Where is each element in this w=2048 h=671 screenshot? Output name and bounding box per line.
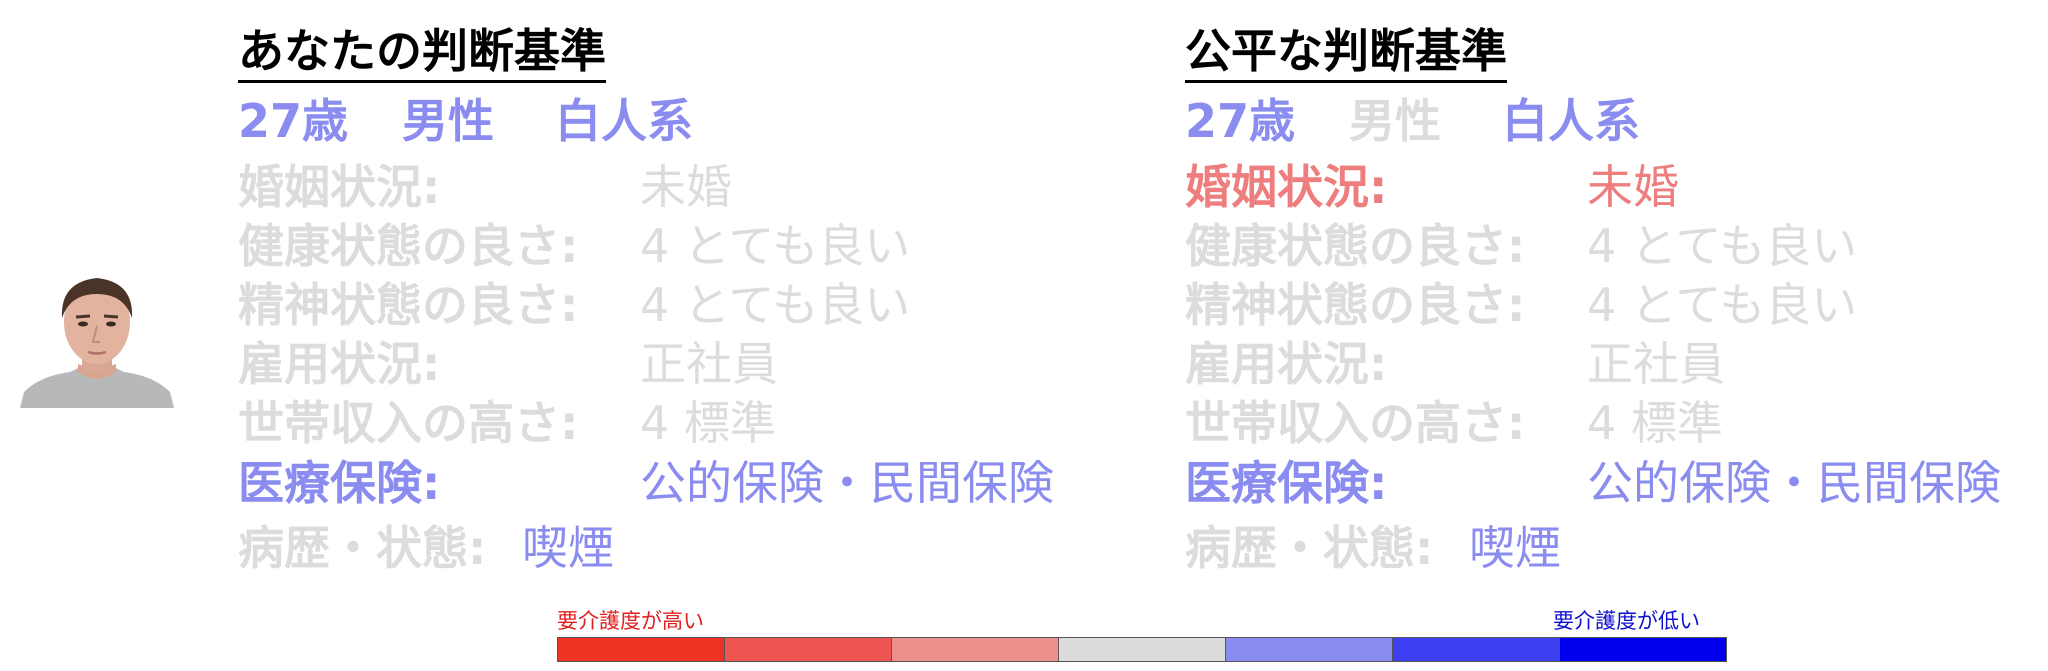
- scale-segment: [1226, 638, 1393, 661]
- mental-health-value: 4 とても良い: [640, 278, 911, 332]
- panel-title-yours: あなたの判断基準: [238, 28, 606, 83]
- fair-mental-health-label: 精神状態の良さ:: [1185, 278, 1526, 332]
- fair-insurance-value: 公的保険・民間保険: [1587, 456, 2001, 510]
- panel-title-fair: 公平な判断基準: [1185, 28, 1507, 83]
- fair-household-income-value: 4 標準: [1587, 396, 1723, 450]
- fair-medical-history-label: 病歴・状態:: [1185, 521, 1434, 575]
- scale-high-label: 要介護度が高い: [557, 609, 704, 633]
- fair-age-value: 27歳: [1185, 94, 1296, 148]
- mental-health-label: 精神状態の良さ:: [238, 278, 579, 332]
- insurance-label: 医療保険:: [238, 456, 441, 510]
- marital-status-label: 婚姻状況:: [238, 160, 441, 214]
- scale-low-label: 要介護度が低い: [1553, 609, 1700, 633]
- scale-segment: [558, 638, 725, 661]
- employment-label: 雇用状況:: [238, 337, 441, 391]
- scale-segment: [1560, 638, 1726, 661]
- person-avatar: [20, 268, 174, 408]
- medical-history-value: 喫煙: [522, 521, 614, 575]
- fair-mental-health-value: 4 とても良い: [1587, 278, 1858, 332]
- care-level-color-scale: [557, 637, 1727, 662]
- fair-insurance-label: 医療保険:: [1185, 456, 1388, 510]
- household-income-value: 4 標準: [640, 396, 776, 450]
- physical-health-value: 4 とても良い: [640, 219, 911, 273]
- fair-household-income-label: 世帯収入の高さ:: [1185, 396, 1526, 450]
- gender-value: 男性: [402, 94, 494, 148]
- marital-status-value: 未婚: [640, 160, 732, 214]
- household-income-label: 世帯収入の高さ:: [238, 396, 579, 450]
- fair-physical-health-value: 4 とても良い: [1587, 219, 1858, 273]
- age-value: 27歳: [238, 94, 349, 148]
- fair-gender-value: 男性: [1349, 94, 1441, 148]
- scale-segment: [725, 638, 892, 661]
- fair-physical-health-label: 健康状態の良さ:: [1185, 219, 1526, 273]
- scale-segment: [1393, 638, 1560, 661]
- fair-employment-label: 雇用状況:: [1185, 337, 1388, 391]
- fair-medical-history-value: 喫煙: [1469, 521, 1561, 575]
- scale-segment: [1059, 638, 1226, 661]
- insurance-value: 公的保険・民間保険: [640, 456, 1054, 510]
- scale-segment: [892, 638, 1059, 661]
- fair-marital-status-value: 未婚: [1587, 160, 1679, 214]
- physical-health-label: 健康状態の良さ:: [238, 219, 579, 273]
- fair-race-value: 白人系: [1502, 94, 1640, 148]
- fair-marital-status-label: 婚姻状況:: [1185, 160, 1388, 214]
- race-value: 白人系: [555, 94, 693, 148]
- employment-value: 正社員: [640, 337, 778, 391]
- medical-history-label: 病歴・状態:: [238, 521, 487, 575]
- fair-employment-value: 正社員: [1587, 337, 1725, 391]
